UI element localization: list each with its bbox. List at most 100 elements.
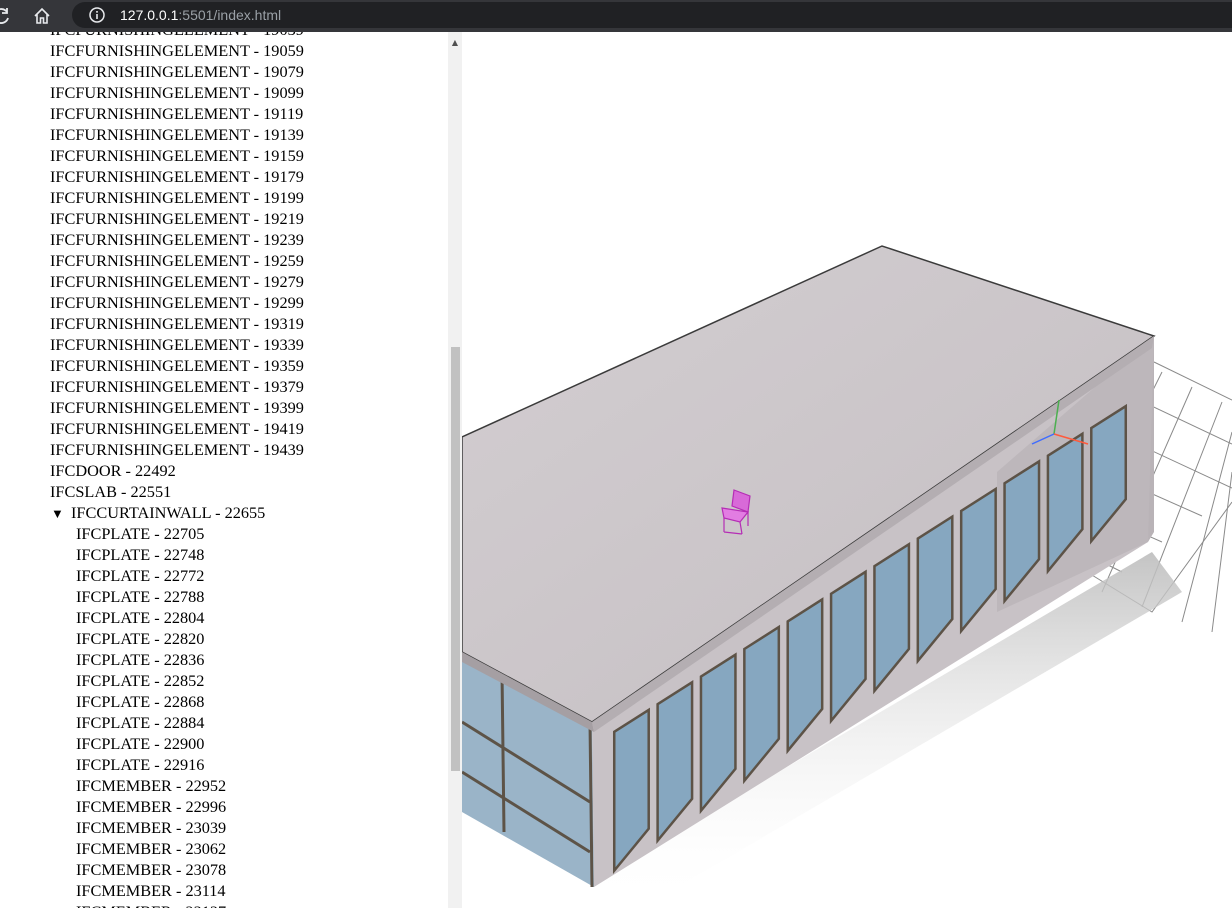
tree-item[interactable]: IFCFURNISHINGELEMENT - 19199 xyxy=(0,187,450,208)
tree-item[interactable]: IFCPLATE - 22788 xyxy=(0,586,450,607)
tree-item[interactable]: IFCFURNISHINGELEMENT - 19219 xyxy=(0,208,450,229)
tree-item-label: IFCPLATE - 22900 xyxy=(76,734,205,753)
tree-item[interactable]: IFCFURNISHINGELEMENT - 19119 xyxy=(0,103,450,124)
tree-item[interactable]: IFCPLATE - 22900 xyxy=(0,733,450,754)
expand-caret-icon[interactable]: ▼ xyxy=(51,503,71,524)
address-url[interactable]: 127.0.0.1:5501/index.html xyxy=(120,7,281,23)
tree-item[interactable]: IFCMEMBER - 23078 xyxy=(0,859,450,880)
tree-item-label: IFCFURNISHINGELEMENT - 19119 xyxy=(50,104,304,123)
tree-item-label: IFCFURNISHINGELEMENT - 19379 xyxy=(50,377,304,396)
tree-item[interactable]: IFCPLATE - 22852 xyxy=(0,670,450,691)
tree-item-label: IFCMEMBER - 22952 xyxy=(76,776,227,795)
tree-item-label: IFCMEMBER - 22996 xyxy=(76,797,227,816)
tree-item-label: IFCFURNISHINGELEMENT - 19339 xyxy=(50,335,304,354)
tree-item[interactable]: IFCFURNISHINGELEMENT - 19399 xyxy=(0,397,450,418)
3d-viewer-canvas[interactable] xyxy=(462,32,1232,908)
tree-item-label: IFCMEMBER - 23062 xyxy=(76,839,227,858)
tree-item-label: IFCMEMBER - 23078 xyxy=(76,860,227,879)
tree-item[interactable]: IFCFURNISHINGELEMENT - 19079 xyxy=(0,61,450,82)
tree-item-label: IFCFURNISHINGELEMENT - 19179 xyxy=(50,167,304,186)
tree-item-label: IFCMEMBER - 23114 xyxy=(76,881,226,900)
tree-item[interactable]: IFCMEMBER - 22996 xyxy=(0,796,450,817)
ifc-tree-list: IFCFURNISHINGELEMENT - 19039 IFCFURNISHI… xyxy=(0,32,450,908)
ifc-tree-panel: IFCFURNISHINGELEMENT - 19039 IFCFURNISHI… xyxy=(0,32,462,908)
scene xyxy=(462,245,1232,908)
tree-item[interactable]: IFCMEMBER - 22952 xyxy=(0,775,450,796)
tree-item-label: IFCFURNISHINGELEMENT - 19439 xyxy=(50,440,304,459)
tree-item[interactable]: IFCFURNISHINGELEMENT - 19319 xyxy=(0,313,450,334)
tree-item[interactable]: IFCPLATE - 22916 xyxy=(0,754,450,775)
tree-item[interactable]: IFCFURNISHINGELEMENT - 19179 xyxy=(0,166,450,187)
tree-item[interactable]: IFCFURNISHINGELEMENT - 19239 xyxy=(0,229,450,250)
tree-item-label: IFCPLATE - 22868 xyxy=(76,692,205,711)
tree-item[interactable]: IFCDOOR - 22492 xyxy=(0,460,450,481)
tree-item-label: IFCFURNISHINGELEMENT - 19419 xyxy=(50,419,304,438)
tree-item[interactable]: IFCPLATE - 22705 xyxy=(0,523,450,544)
tree-item[interactable]: IFCFURNISHINGELEMENT - 19279 xyxy=(0,271,450,292)
tree-item[interactable]: IFCMEMBER - 23039 xyxy=(0,817,450,838)
scroll-thumb[interactable] xyxy=(451,347,460,771)
tree-item-label: IFCMEMBER - 23039 xyxy=(76,818,227,837)
address-bar[interactable]: 127.0.0.1:5501/index.html xyxy=(72,2,1232,28)
tree-item-label: IFCFURNISHINGELEMENT - 19199 xyxy=(50,188,304,207)
tree-item-label: IFCFURNISHINGELEMENT - 19319 xyxy=(50,314,304,333)
tree-item[interactable]: IFCPLATE - 22748 xyxy=(0,544,450,565)
tree-item-label: IFCFURNISHINGELEMENT - 19239 xyxy=(50,230,304,249)
tree-item[interactable]: IFCMEMBER - 23062 xyxy=(0,838,450,859)
tree-item[interactable]: IFCPLATE - 22772 xyxy=(0,565,450,586)
tree-item-label: IFCDOOR - 22492 xyxy=(50,461,176,480)
tree-item[interactable]: IFCFURNISHINGELEMENT - 19139 xyxy=(0,124,450,145)
tree-item[interactable]: IFCPLATE - 22836 xyxy=(0,649,450,670)
info-icon[interactable] xyxy=(88,6,106,24)
tree-item[interactable]: IFCPLATE - 22868 xyxy=(0,691,450,712)
tree-item-label: IFCFURNISHINGELEMENT - 19359 xyxy=(50,356,304,375)
tree-item-label: IFCPLATE - 22916 xyxy=(76,755,205,774)
tree-item[interactable]: IFCMEMBER - 23137 xyxy=(0,901,450,908)
address-host: 127.0.0.1 xyxy=(120,7,179,23)
tree-item-label: IFCFURNISHINGELEMENT - 19139 xyxy=(50,125,304,144)
tree-item[interactable]: IFCFURNISHINGELEMENT - 19359 xyxy=(0,355,450,376)
tree-item-label: IFCMEMBER - 23137 xyxy=(76,902,226,908)
tree-item-label: IFCFURNISHINGELEMENT - 19059 xyxy=(50,41,304,60)
tree-item[interactable]: IFCFURNISHINGELEMENT - 19099 xyxy=(0,82,450,103)
tree-item[interactable]: IFCFURNISHINGELEMENT - 19419 xyxy=(0,418,450,439)
tree-item-label: IFCCURTAINWALL - 22655 xyxy=(71,503,266,522)
tree-item[interactable]: IFCFURNISHINGELEMENT - 19039 xyxy=(0,32,450,40)
tree-item[interactable]: IFCPLATE - 22820 xyxy=(0,628,450,649)
tree-item[interactable]: IFCSLAB - 22551 xyxy=(0,481,450,502)
tree-item-label: IFCFURNISHINGELEMENT - 19279 xyxy=(50,272,304,291)
tree-item-label: IFCSLAB - 22551 xyxy=(50,482,172,501)
tree-item-label: IFCFURNISHINGELEMENT - 19159 xyxy=(50,146,304,165)
tree-item-label: IFCPLATE - 22852 xyxy=(76,671,205,690)
reload-icon[interactable] xyxy=(0,6,12,26)
tree-item-label: IFCFURNISHINGELEMENT - 19219 xyxy=(50,209,304,228)
tree-item-label: IFCFURNISHINGELEMENT - 19399 xyxy=(50,398,304,417)
tree-item-label: IFCPLATE - 22836 xyxy=(76,650,205,669)
browser-toolbar: 127.0.0.1:5501/index.html xyxy=(0,0,1232,36)
address-path: :5501/index.html xyxy=(178,7,282,23)
tree-item[interactable]: IFCFURNISHINGELEMENT - 19439 xyxy=(0,439,450,460)
tree-item-label: IFCFURNISHINGELEMENT - 19099 xyxy=(50,83,304,102)
tree-scrollbar[interactable]: ▲ xyxy=(448,32,462,908)
tree-item-label: IFCPLATE - 22788 xyxy=(76,587,205,606)
tree-item[interactable]: IFCFURNISHINGELEMENT - 19159 xyxy=(0,145,450,166)
home-icon[interactable] xyxy=(32,6,52,26)
tree-item[interactable]: IFCFURNISHINGELEMENT - 19259 xyxy=(0,250,450,271)
tree-item[interactable]: IFCPLATE - 22804 xyxy=(0,607,450,628)
tree-item-label: IFCPLATE - 22772 xyxy=(76,566,205,585)
tree-item[interactable]: IFCFURNISHINGELEMENT - 19299 xyxy=(0,292,450,313)
tree-item-label: IFCFURNISHINGELEMENT - 19079 xyxy=(50,62,304,81)
tree-item-label: IFCFURNISHINGELEMENT - 19259 xyxy=(50,251,304,270)
tree-item-label: IFCPLATE - 22820 xyxy=(76,629,205,648)
tree-node-expanded[interactable]: ▼ IFCCURTAINWALL - 22655 xyxy=(0,502,450,523)
tree-item[interactable]: IFCFURNISHINGELEMENT - 19059 xyxy=(0,40,450,61)
tree-item-label: IFCPLATE - 22705 xyxy=(76,524,205,543)
tree-item[interactable]: IFCFURNISHINGELEMENT - 19379 xyxy=(0,376,450,397)
scroll-up-arrow-icon[interactable]: ▲ xyxy=(448,36,462,50)
tree-item-label: IFCPLATE - 22748 xyxy=(76,545,205,564)
tree-item[interactable]: IFCFURNISHINGELEMENT - 19339 xyxy=(0,334,450,355)
tree-item[interactable]: IFCPLATE - 22884 xyxy=(0,712,450,733)
tree-item-label: IFCFURNISHINGELEMENT - 19299 xyxy=(50,293,304,312)
tree-item-label: IFCPLATE - 22804 xyxy=(76,608,205,627)
tree-item[interactable]: IFCMEMBER - 23114 xyxy=(0,880,450,901)
